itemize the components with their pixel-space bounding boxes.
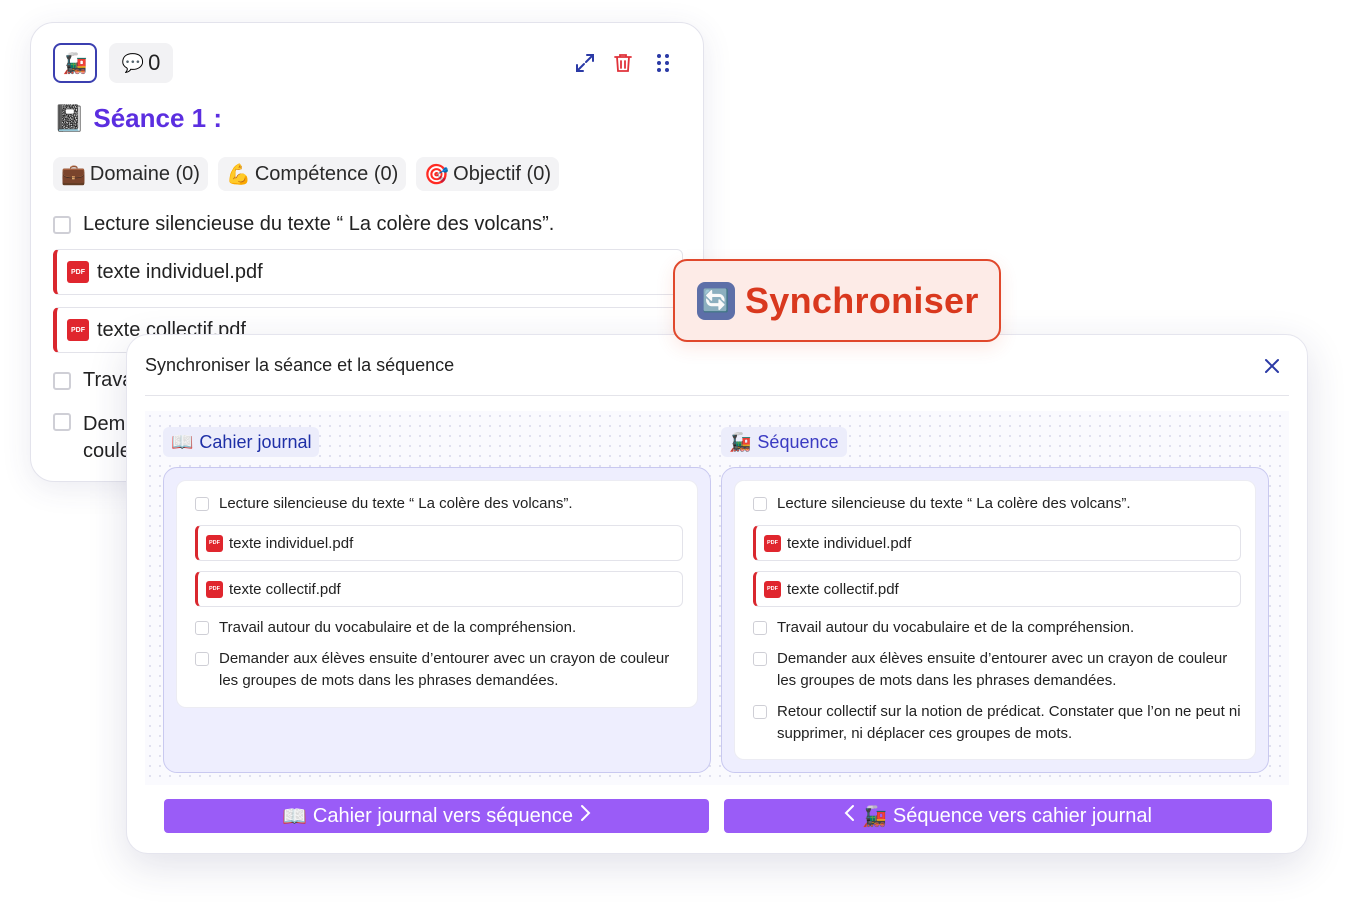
sync-icon: 🔄 <box>697 281 735 320</box>
list-item: Travail autour du vocabulaire et de la c… <box>195 617 683 639</box>
book-icon: 📖 <box>171 431 194 452</box>
target-icon: 🎯 <box>424 163 450 186</box>
book-icon: 📖 <box>281 805 307 828</box>
checkbox[interactable] <box>53 371 71 390</box>
list-item-text: Retour collectif sur la notion de prédic… <box>777 703 1241 742</box>
checkbox[interactable] <box>53 413 71 431</box>
close-icon[interactable] <box>1261 355 1283 377</box>
column-label-text: Séquence <box>757 431 839 452</box>
checkbox[interactable] <box>195 621 209 635</box>
text-line: Dem <box>83 413 126 435</box>
sequence-label: 🚂 Séquence <box>721 427 847 457</box>
list-item-text: Lecture silencieuse du texte “ La colère… <box>83 213 555 235</box>
file-attachment[interactable]: PDF texte individuel.pdf <box>195 525 683 561</box>
tag-label: Domaine (0) <box>89 162 200 185</box>
seance-title-text: Séance 1 : <box>93 103 223 133</box>
content-panel: Lecture silencieuse du texte “ La colère… <box>176 480 698 708</box>
tag-list: 💼 Domaine (0) 💪 Compétence (0) 🎯 Objectif (… <box>53 157 559 191</box>
sync-label: Synchroniser <box>745 279 979 321</box>
page-title: 📓 Séance 1 : <box>53 103 222 134</box>
sync-emoji: 🔄 <box>702 287 730 313</box>
text-line: coule <box>83 440 131 462</box>
list-item: Dem coule <box>53 411 131 465</box>
comment-count: 0 <box>148 50 161 75</box>
list-item: Demander aux élèves ensuite d’entourer a… <box>195 648 683 692</box>
pdf-icon: PDF <box>67 261 89 283</box>
sync-modal: Synchroniser la séance et la séquence 📖 … <box>126 334 1308 854</box>
list-item: Travail autour du vocabulaire et de la c… <box>753 617 1241 639</box>
muscle-icon: 💪 <box>225 163 251 186</box>
checkbox[interactable] <box>753 705 767 719</box>
pdf-icon: PDF <box>764 580 781 598</box>
file-attachment[interactable]: PDF texte individuel.pdf <box>753 525 1241 561</box>
sequence-column: Lecture silencieuse du texte “ La colère… <box>721 467 1269 773</box>
pdf-icon: PDF <box>67 319 89 341</box>
file-attachment[interactable]: PDF texte individuel.pdf <box>53 249 683 295</box>
checkbox[interactable] <box>753 621 767 635</box>
chevron-left-icon <box>844 804 856 828</box>
list-item: Retour collectif sur la notion de prédic… <box>753 701 1241 745</box>
modal-title: Synchroniser la séance et la séquence <box>145 355 455 375</box>
pdf-icon: PDF <box>206 534 223 552</box>
file-name: texte individuel.pdf <box>97 260 263 283</box>
notebook-icon: 📓 <box>53 103 86 133</box>
expand-icon[interactable] <box>571 49 599 77</box>
list-item: Lecture silencieuse du texte “ La colère… <box>53 213 554 236</box>
content-panel: Lecture silencieuse du texte “ La colère… <box>734 480 1256 760</box>
column-label-text: Cahier journal <box>199 431 312 452</box>
sync-button[interactable]: 🔄 Synchroniser <box>673 259 1001 342</box>
train-icon: 🚂 <box>862 805 887 828</box>
list-item-text: Demander aux élèves ensuite d’entourer a… <box>777 650 1228 689</box>
trash-icon[interactable] <box>609 49 637 77</box>
cahier-to-sequence-button[interactable]: 📖 Cahier journal vers séquence <box>164 799 709 833</box>
comment-button[interactable]: 💬 0 <box>109 43 173 83</box>
briefcase-icon: 💼 <box>61 163 86 186</box>
train-emoji: 🚂 <box>62 52 88 75</box>
list-item-text: Lecture silencieuse du texte “ La colère… <box>777 495 1131 512</box>
list-item: Demander aux élèves ensuite d’entourer a… <box>753 648 1241 692</box>
checkbox[interactable] <box>195 652 209 666</box>
tag-label: Objectif (0) <box>453 162 551 185</box>
train-icon: 🚂 <box>729 431 752 452</box>
list-item-text: Demander aux élèves ensuite d’entourer a… <box>219 650 670 689</box>
file-attachment[interactable]: PDF texte collectif.pdf <box>753 571 1241 607</box>
pdf-icon: PDF <box>764 534 781 552</box>
tag-competence[interactable]: 💪 Compétence (0) <box>217 157 407 191</box>
pdf-icon: PDF <box>206 580 223 598</box>
train-icon[interactable]: 🚂 <box>53 43 97 83</box>
chevron-right-icon <box>579 804 591 828</box>
list-item-text: Dem coule <box>83 411 131 465</box>
list-item: Trava <box>53 369 133 392</box>
button-label: Séquence vers cahier journal <box>892 804 1152 827</box>
list-item-text: Lecture silencieuse du texte “ La colère… <box>219 495 573 512</box>
file-name: texte collectif.pdf <box>787 580 899 598</box>
checkbox[interactable] <box>753 497 767 511</box>
list-item-text: Travail autour du vocabulaire et de la c… <box>219 619 577 636</box>
modal-body: 📖 Cahier journal 🚂 Séquence Lecture sile… <box>145 411 1289 785</box>
file-name: texte individuel.pdf <box>229 534 354 552</box>
divider <box>145 395 1289 396</box>
cahier-journal-label: 📖 Cahier journal <box>163 427 320 457</box>
list-item: Lecture silencieuse du texte “ La colère… <box>753 493 1241 515</box>
checkbox[interactable] <box>195 497 209 511</box>
button-label: Cahier journal vers séquence <box>312 804 574 827</box>
checkbox[interactable] <box>53 215 71 234</box>
file-name: texte individuel.pdf <box>787 534 912 552</box>
drag-handle-icon[interactable] <box>649 49 677 77</box>
tag-domaine[interactable]: 💼 Domaine (0) <box>53 157 208 191</box>
tag-objectif[interactable]: 🎯 Objectif (0) <box>416 157 559 191</box>
list-item-text: Travail autour du vocabulaire et de la c… <box>777 619 1135 636</box>
file-name: texte collectif.pdf <box>229 580 341 598</box>
list-item: Lecture silencieuse du texte “ La colère… <box>195 493 683 515</box>
tag-label: Compétence (0) <box>254 162 399 185</box>
file-attachment[interactable]: PDF texte collectif.pdf <box>195 571 683 607</box>
cahier-journal-column: Lecture silencieuse du texte “ La colère… <box>163 467 711 773</box>
comment-icon: 💬 <box>121 52 145 73</box>
sequence-to-cahier-button[interactable]: 🚂 Séquence vers cahier journal <box>724 799 1272 833</box>
checkbox[interactable] <box>753 652 767 666</box>
card-toolbar: 🚂 💬 0 <box>53 43 679 83</box>
